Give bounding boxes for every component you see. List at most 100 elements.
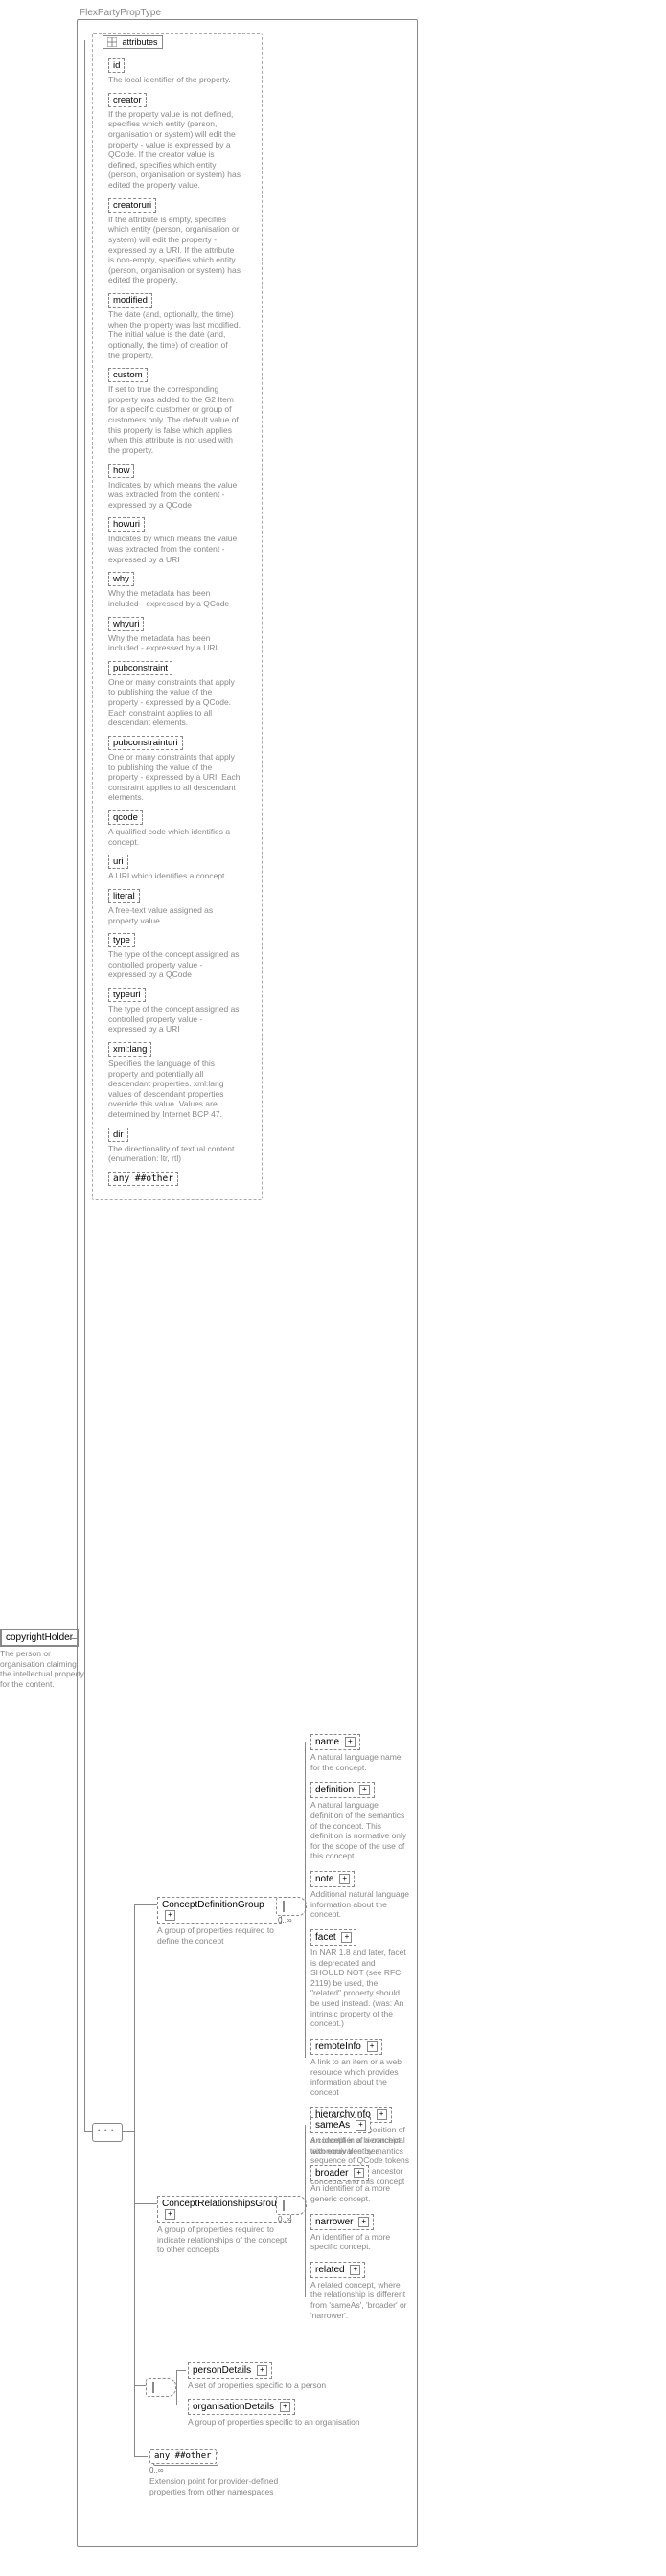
any-other-desc: Extension point for provider-defined pro… <box>149 2476 293 2496</box>
attribute-box: type <box>108 933 135 947</box>
element-desc: Additional natural language information … <box>310 1889 410 1920</box>
any-other-box: any ##other <box>149 2449 217 2464</box>
expand-icon[interactable]: + <box>257 2365 267 2376</box>
element-box: broader + <box>310 2165 369 2181</box>
def-child-definition: definition + A natural language definitio… <box>310 1782 410 1861</box>
attribute-box: creatoruri <box>108 198 156 213</box>
expand-icon[interactable]: + <box>280 2402 290 2412</box>
rel-child-broader: broader + An identifier of a more generic… <box>310 2165 410 2203</box>
element-box: related + <box>310 2262 365 2278</box>
def-child-name: name + A natural language name for the co… <box>310 1734 410 1772</box>
attribute-literal: literalA free-text value assigned as pro… <box>108 889 256 925</box>
connector <box>84 2131 92 2132</box>
choice-icon <box>276 2196 307 2215</box>
element-box: note + <box>310 1871 355 1887</box>
element-desc: An identifier of a concept with equivale… <box>310 2135 410 2155</box>
element-box: remoteInfo + <box>310 2039 382 2055</box>
attribute-desc: A qualified code which identifies a conc… <box>108 827 241 847</box>
attribute-desc: A URI which identifies a concept. <box>108 871 241 881</box>
attribute-desc: Why the metadata has been included - exp… <box>108 588 241 608</box>
expand-icon[interactable]: + <box>354 2168 364 2178</box>
element-box: definition + <box>310 1782 375 1798</box>
attribute-desc: If set to true the corresponding propert… <box>108 384 241 455</box>
choice-compositor: 0..∞ <box>276 1897 307 1918</box>
attribute-box: modified <box>108 293 152 308</box>
attributes-container: attributes idThe local identifier of the… <box>92 33 263 1200</box>
attribute-qcode: qcode A qualified code which identifies a… <box>108 810 256 847</box>
any-other-element: any ##other 0..∞ Extension point for pro… <box>149 2449 293 2496</box>
attribute-type: typeThe type of the concept assigned as … <box>108 933 256 980</box>
organisation-details: organisationDetails + A group of propert… <box>188 2399 360 2428</box>
element-desc: A natural language definition of the sem… <box>310 1800 410 1861</box>
element-desc: An identifier of a more specific concept… <box>310 2232 410 2252</box>
attribute-box: id <box>108 58 125 73</box>
attribute-box: typeuri <box>108 988 146 1002</box>
attribute-desc: One or many constraints that apply to pu… <box>108 677 241 728</box>
element-label: organisationDetails <box>193 2402 274 2412</box>
rel-child-related: related +A related concept, where the re… <box>310 2262 410 2321</box>
def-child-note: note + Additional natural language inform… <box>310 1871 410 1920</box>
attribute-desc: Specifies the language of this property … <box>108 1059 241 1120</box>
group-label: ConceptRelationshipsGroup <box>162 2199 282 2209</box>
attribute-box: custom <box>108 368 148 382</box>
expand-icon[interactable]: + <box>165 2209 175 2220</box>
connector <box>176 2370 177 2405</box>
attribute-box: how <box>108 464 134 478</box>
choice-compositor <box>146 2378 176 2399</box>
element-desc: A group of properties specific to an org… <box>188 2417 360 2428</box>
connector <box>84 40 85 2131</box>
attribute-desc: Indicates by which means the value was e… <box>108 534 241 564</box>
attribute-box: howuri <box>108 517 145 532</box>
attribute-desc: If the attribute is empty, specifies whi… <box>108 215 241 285</box>
attributes-icon <box>107 37 117 47</box>
connector <box>176 2370 186 2371</box>
element-box: sameAs + <box>310 2117 371 2133</box>
connector <box>69 1638 77 1639</box>
attributes-title: attributes <box>103 35 163 49</box>
attribute-desc: One or many constraints that apply to pu… <box>108 752 241 803</box>
expand-icon[interactable]: + <box>339 1874 350 1884</box>
element-box: facet + <box>310 1929 356 1946</box>
element-box: organisationDetails + <box>188 2399 295 2415</box>
choice-icon <box>276 1897 307 1916</box>
attribute-creatoruri: creatoruri If the attribute is empty, spe… <box>108 198 256 285</box>
attribute-howuri: howuri Indicates by which means the value… <box>108 517 256 564</box>
attribute-desc: A free-text value assigned as property v… <box>108 905 241 925</box>
expand-icon[interactable]: + <box>367 2041 378 2052</box>
attribute-pubconstraint: pubconstraintOne or many constraints tha… <box>108 661 256 728</box>
attribute-box: qcode <box>108 810 143 825</box>
attribute-custom: custom If set to true the corresponding p… <box>108 368 256 455</box>
any-other-attr: any ##other <box>108 1172 256 1186</box>
element-desc: In NAR 1.8 and later, facet is deprecate… <box>310 1948 410 2029</box>
connector <box>123 2131 134 2132</box>
expand-icon[interactable]: + <box>345 1737 356 1747</box>
attribute-box: why <box>108 572 134 586</box>
attribute-uri: uriA URI which identifies a concept. <box>108 855 256 881</box>
occurs: 0..∞ <box>278 2215 292 2223</box>
attribute-desc: The date (and, optionally, the time) whe… <box>108 309 241 360</box>
expand-icon[interactable]: + <box>341 1932 352 1943</box>
expand-icon[interactable]: + <box>350 2265 360 2275</box>
root-label: copyrightHolder <box>6 1632 73 1643</box>
attribute-desc: If the property value is not defined, sp… <box>108 109 241 191</box>
element-desc: A natural language name for the concept. <box>310 1752 410 1772</box>
attribute-box: xml:lang <box>108 1042 151 1057</box>
expand-icon[interactable]: + <box>358 2217 369 2227</box>
attribute-whyuri: whyuriWhy the metadata has been included… <box>108 617 256 653</box>
type-name: FlexPartyPropType <box>80 8 161 18</box>
attribute-how: how Indicates by which means the value wa… <box>108 464 256 511</box>
root-box: copyrightHolder <box>0 1629 79 1647</box>
expand-icon[interactable]: + <box>356 2120 366 2131</box>
group-desc: A group of properties required to indica… <box>157 2224 291 2255</box>
expand-icon[interactable]: + <box>359 1785 370 1795</box>
def-child-remoteInfo: remoteInfo +A link to an item or a web r… <box>310 2039 410 2098</box>
any-other-label: any ##other <box>154 2451 212 2461</box>
attribute-desc: Indicates by which means the value was e… <box>108 480 241 511</box>
attributes-label: attributes <box>123 37 158 47</box>
expand-icon[interactable]: + <box>165 1910 175 1921</box>
element-box: name + <box>310 1734 360 1750</box>
connector <box>134 1904 157 1905</box>
connector <box>134 1904 135 2456</box>
element-desc: An identifier of a more generic concept. <box>310 2183 410 2203</box>
attribute-desc: Why the metadata has been included - exp… <box>108 633 241 653</box>
